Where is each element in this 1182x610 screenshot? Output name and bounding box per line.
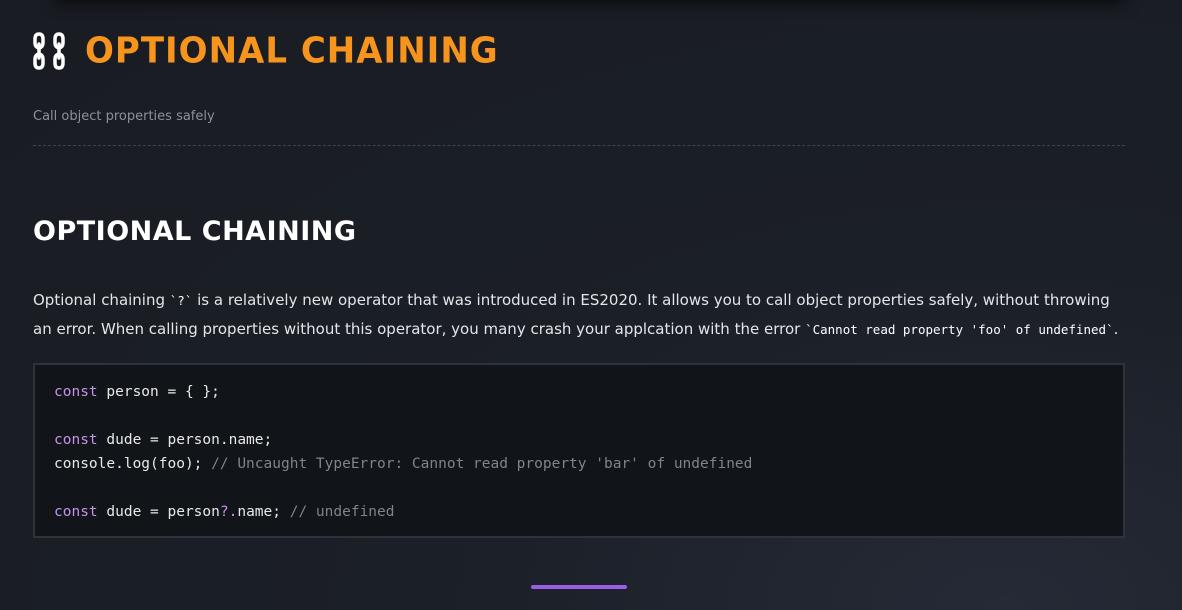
code-line: const dude = person?.name; // undefined [54, 500, 1104, 524]
code-comment: // undefined [289, 504, 395, 520]
code-line: const dude = person.name; [54, 428, 1104, 452]
page-subtitle: Call object properties safely [33, 109, 215, 124]
pagination-indicator[interactable] [531, 585, 627, 589]
page-content: Optional Chaining Call object properties… [33, 0, 1125, 538]
inline-code-operator: `?` [169, 293, 193, 308]
paragraph-text: . [1113, 320, 1119, 338]
code-keyword: const [54, 432, 98, 448]
code-text: dude = person [97, 504, 220, 520]
inline-code-error: `Cannot read property 'foo' of undefined… [805, 322, 1114, 337]
paragraph-text: Optional chaining [33, 291, 170, 309]
code-block[interactable]: const person = { }; const dude = person.n… [33, 363, 1125, 538]
code-comment: // Uncaught TypeError: Cannot read prope… [211, 456, 753, 472]
code-line: console.log(foo); // Uncaught TypeError:… [54, 452, 1104, 476]
code-keyword: const [54, 384, 98, 400]
code-text: dude = person.name; [97, 432, 273, 448]
page-header: Optional Chaining Call object properties… [33, 0, 1125, 146]
code-text: person = { }; [97, 384, 220, 400]
code-operator: ?. [219, 504, 238, 520]
code-text: name; [237, 504, 290, 520]
title-row: Optional Chaining [33, 30, 499, 72]
chain-icon [33, 31, 71, 71]
page-title: Optional Chaining [85, 30, 499, 72]
section-paragraph: Optional chaining `?` is a relatively ne… [33, 286, 1125, 344]
code-keyword: const [54, 504, 98, 520]
code-text: console.log(foo); [54, 456, 212, 472]
code-line: const person = { }; [54, 380, 1104, 404]
section-heading: Optional Chaining [33, 216, 357, 247]
